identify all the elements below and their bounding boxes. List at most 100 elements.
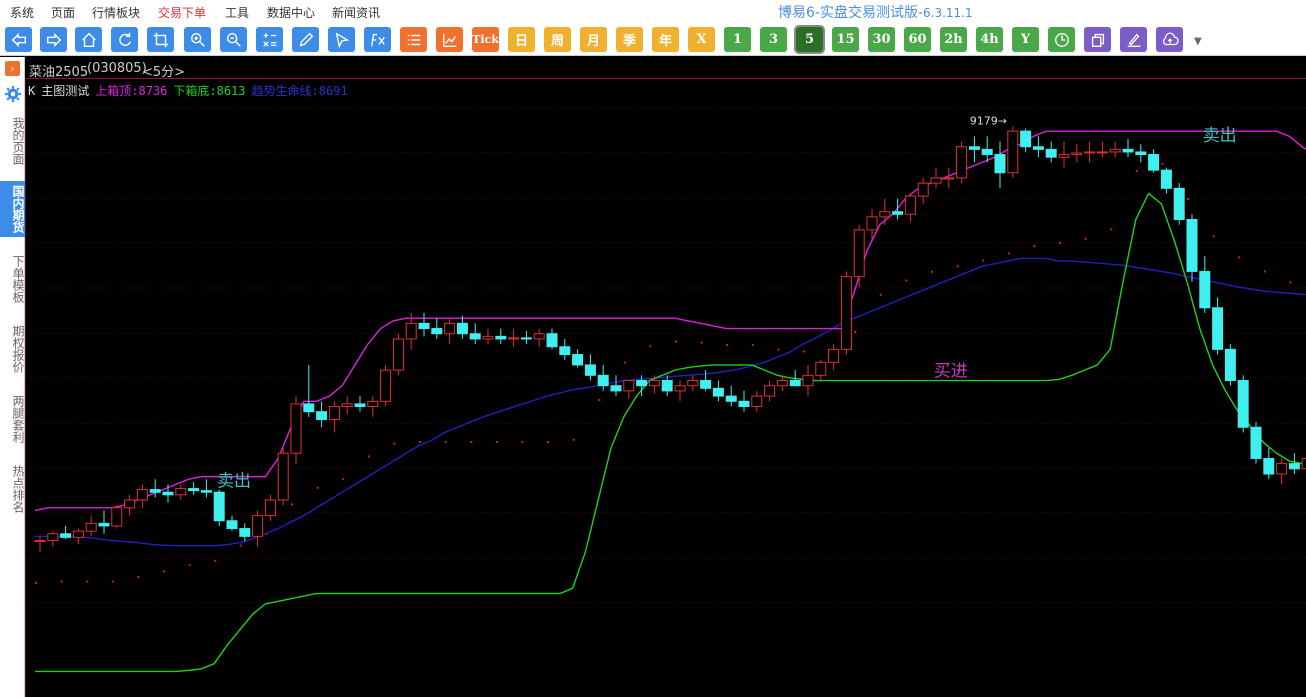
trail-dot	[547, 441, 549, 444]
candle-body	[559, 346, 571, 356]
legend-lower: 下箱底:8613	[173, 84, 246, 98]
candle-body	[892, 211, 904, 215]
trail-dot	[188, 564, 191, 567]
period-day-button[interactable]: 日	[508, 27, 535, 52]
period-month-button[interactable]: 月	[580, 27, 607, 52]
legend-trend: 趋势生命线:8691	[251, 84, 348, 98]
refresh-icon[interactable]	[111, 27, 138, 52]
zoom-in-icon[interactable]	[184, 27, 211, 52]
minute-30-button[interactable]: 30	[868, 27, 895, 52]
period-y-button[interactable]: Y	[1012, 27, 1039, 52]
trail-dot	[982, 259, 985, 262]
draw-icon[interactable]	[292, 27, 319, 52]
sidebar-item-options-quote[interactable]: 期权报价	[0, 321, 25, 377]
candle-body	[252, 515, 264, 537]
minute-3-button[interactable]: 3	[760, 27, 787, 52]
menu-data-center[interactable]: 数据中心	[267, 4, 315, 21]
candle-body	[1276, 463, 1288, 475]
trail-dot	[214, 559, 217, 562]
sidebar-item-my-page[interactable]: 我的页面	[0, 113, 25, 169]
candle-body	[1045, 148, 1057, 158]
indicator-legend: K 主图测试 上箱顶:8736 下箱底:8613 趋势生命线:8691	[28, 82, 354, 99]
candle-body	[456, 322, 468, 335]
trend-icon[interactable]	[436, 27, 463, 52]
hour-4-button[interactable]: 4h	[976, 27, 1003, 52]
hour-2-button[interactable]: 2h	[940, 27, 967, 52]
function-icon[interactable]	[364, 27, 391, 52]
symbol-name[interactable]: 菜油2505	[29, 61, 88, 80]
candle-body	[1096, 151, 1108, 154]
home-icon[interactable]	[75, 27, 102, 52]
period-x-button[interactable]: X	[688, 27, 715, 52]
candle-body	[124, 499, 136, 509]
menu-news[interactable]: 新闻资讯	[332, 4, 380, 21]
candle-body	[1301, 457, 1306, 470]
sidebar-item-order-template[interactable]: 下单模板	[0, 251, 25, 307]
formula-icon[interactable]	[256, 27, 283, 52]
cursor-icon[interactable]	[328, 27, 355, 52]
forward-icon[interactable]	[40, 27, 67, 52]
crop-icon[interactable]	[147, 27, 174, 52]
buy-signal: 买进	[934, 362, 968, 382]
sidebar-toggle-icon[interactable]: ›	[5, 61, 20, 76]
candle-body	[405, 322, 417, 340]
layers-icon[interactable]	[1084, 27, 1111, 52]
candle-body	[60, 533, 72, 538]
minute-1-button[interactable]: 1	[724, 27, 751, 52]
menu-page[interactable]: 页面	[51, 4, 75, 21]
trail-dot	[367, 455, 370, 458]
period-quarter-button[interactable]: 季	[616, 27, 643, 52]
clock-icon[interactable]	[1048, 27, 1075, 52]
candle-body	[917, 182, 929, 197]
zoom-out-icon[interactable]	[220, 27, 247, 52]
sidebar-item-arbitrage[interactable]: 两腿套利	[0, 391, 25, 447]
candle-body	[277, 452, 289, 501]
candle-body	[380, 369, 392, 402]
list-icon[interactable]	[400, 27, 427, 52]
candle-body	[828, 348, 840, 363]
candle-body	[994, 154, 1006, 174]
candle-body	[1173, 187, 1185, 220]
period-year-button[interactable]: 年	[652, 27, 679, 52]
trail-dot	[1059, 241, 1061, 244]
minute-60-button[interactable]: 60	[904, 27, 931, 52]
menu-bar: 系统 页面 行情板块 交易下单 工具 数据中心 新闻资讯 博易6-实盘交易测试版…	[0, 0, 1306, 24]
candle-body	[1135, 151, 1147, 156]
trend-life-line	[35, 257, 1306, 547]
trail-dot	[1238, 256, 1241, 259]
candle-body	[1084, 151, 1096, 154]
candle-body	[239, 528, 251, 537]
sidebar-item-hot-ranking[interactable]: 热点排名	[0, 461, 25, 517]
minute-5-button[interactable]: 5	[794, 25, 825, 54]
tick-button[interactable]: Tick	[472, 27, 499, 52]
menu-market[interactable]: 行情板块	[92, 4, 140, 21]
chevron-down-icon[interactable]: ▼	[1194, 36, 1202, 47]
candlestick-chart[interactable]: 卖出买进卖出9179→	[25, 80, 1306, 697]
upload-icon[interactable]	[1156, 27, 1183, 52]
trail-dot	[393, 442, 396, 445]
trail-dot	[1187, 197, 1189, 200]
period-week-button[interactable]: 周	[544, 27, 571, 52]
trail-dot	[1212, 235, 1215, 238]
menu-system[interactable]: 系统	[10, 4, 34, 21]
candle-body	[1032, 146, 1044, 150]
trail-dot	[623, 361, 626, 364]
candle-body	[392, 338, 404, 371]
sign-icon[interactable]	[1120, 27, 1147, 52]
candle-body	[776, 380, 788, 387]
candle-body	[930, 177, 942, 184]
gear-icon[interactable]	[4, 85, 22, 103]
legend-upper: 上箱顶:8736	[95, 84, 168, 98]
trail-dot	[291, 503, 293, 506]
minute-15-button[interactable]: 15	[832, 27, 859, 52]
menu-tools[interactable]: 工具	[225, 4, 249, 21]
candle-body	[725, 395, 737, 402]
chart-header: 菜油2505 (030805) <5分>	[25, 57, 1306, 80]
candle-body	[687, 380, 699, 387]
sidebar-item-domestic-futures[interactable]: 国内期货	[0, 181, 25, 237]
back-icon[interactable]	[5, 27, 32, 52]
menu-trade[interactable]: 交易下单	[158, 4, 206, 21]
trail-dot	[905, 279, 908, 282]
trail-dot	[598, 398, 601, 401]
trail-dot	[86, 580, 89, 583]
